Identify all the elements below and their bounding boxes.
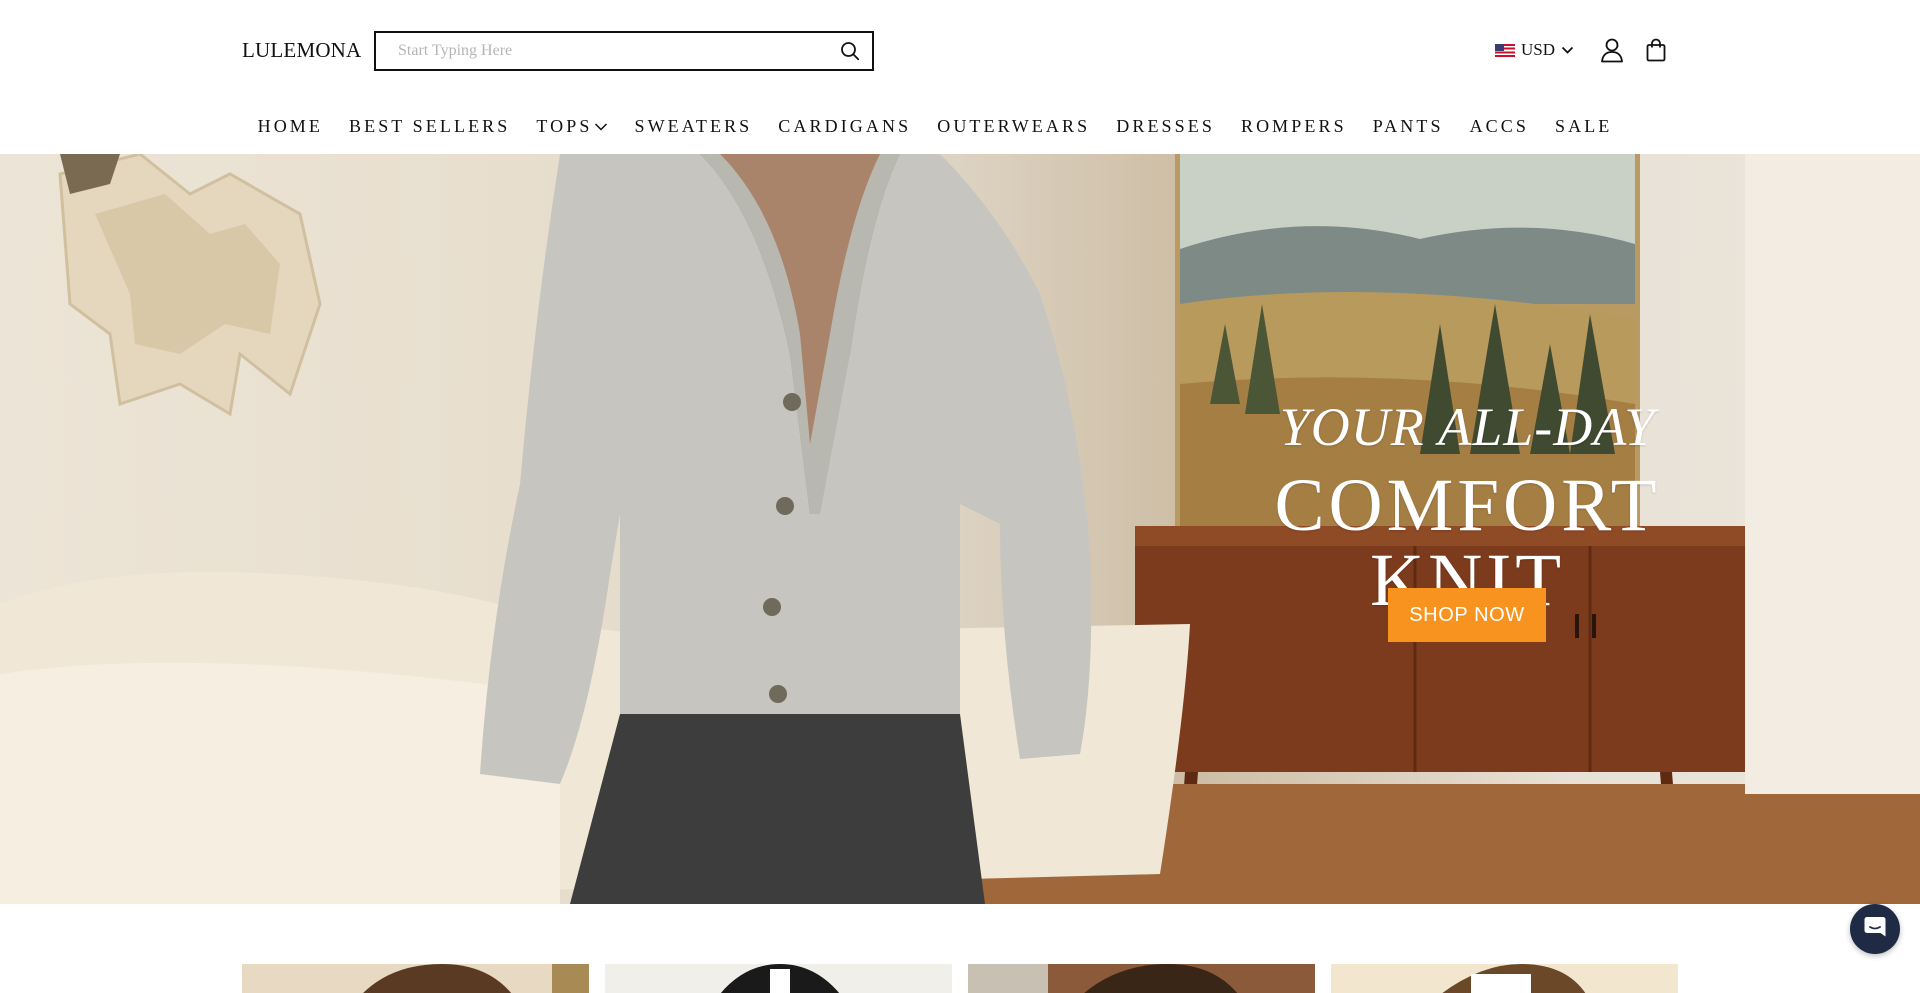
nav-label: DRESSES: [1116, 116, 1215, 136]
currency-selector[interactable]: USD: [1495, 40, 1574, 60]
site-header: LULEMONA USD HOME BEST SELLERS TOPS SWEA…: [0, 0, 1920, 154]
nav-label: BEST SELLERS: [349, 116, 511, 136]
product-image: [968, 964, 1315, 993]
product-image: [242, 964, 589, 993]
search-input[interactable]: [376, 33, 828, 69]
chevron-down-icon: [1561, 40, 1574, 60]
chat-button[interactable]: [1850, 904, 1900, 954]
nav-item-home[interactable]: HOME: [258, 116, 323, 137]
nav-item-best-sellers[interactable]: BEST SELLERS: [349, 116, 510, 137]
nav-label: ROMPERS: [1240, 116, 1347, 136]
hero-subtitle: YOUR ALL-DAY: [1279, 397, 1656, 457]
nav-item-tops[interactable]: TOPS: [536, 116, 608, 137]
brand-logo[interactable]: LULEMONA: [242, 38, 361, 63]
nav-item-pants[interactable]: PANTS: [1373, 116, 1444, 137]
nav-item-accs[interactable]: ACCS: [1470, 116, 1529, 137]
nav-label: SWEATERS: [634, 116, 753, 136]
nav-label: SALE: [1555, 116, 1613, 136]
product-card[interactable]: [1331, 964, 1678, 993]
product-image: [605, 964, 952, 993]
nav-label: ACCS: [1469, 116, 1529, 136]
product-image: [1331, 964, 1678, 993]
chevron-down-icon: [594, 116, 608, 137]
nav-item-sweaters[interactable]: SWEATERS: [634, 116, 752, 137]
chat-bubble-icon: [1862, 914, 1888, 945]
shopping-bag-icon[interactable]: [1643, 36, 1669, 64]
nav-item-cardigans[interactable]: CARDIGANS: [778, 116, 911, 137]
product-card[interactable]: [242, 964, 589, 993]
nav-item-outerwears[interactable]: OUTERWEARS: [937, 116, 1090, 137]
search-bar: [374, 31, 874, 71]
nav-item-dresses[interactable]: DRESSES: [1116, 116, 1215, 137]
shop-now-button[interactable]: SHOP NOW: [1388, 588, 1546, 642]
nav-label: OUTERWEARS: [937, 116, 1091, 136]
user-icon[interactable]: [1599, 36, 1625, 64]
hero-banner[interactable]: YOUR ALL-DAY COMFORT KNIT SHOP NOW: [0, 154, 1920, 904]
search-icon[interactable]: [828, 33, 872, 69]
nav-label: CARDIGANS: [778, 116, 912, 136]
nav-label: TOPS: [536, 116, 593, 136]
nav-label: PANTS: [1372, 116, 1444, 136]
main-nav: HOME BEST SELLERS TOPS SWEATERS CARDIGAN…: [0, 116, 1920, 137]
product-card[interactable]: [968, 964, 1315, 993]
nav-item-sale[interactable]: SALE: [1555, 116, 1612, 137]
hero-text: YOUR ALL-DAY COMFORT KNIT: [1170, 400, 1765, 618]
nav-item-rompers[interactable]: ROMPERS: [1241, 116, 1347, 137]
product-card[interactable]: [605, 964, 952, 993]
currency-code: USD: [1521, 40, 1556, 59]
us-flag-icon: [1495, 43, 1515, 57]
nav-label: HOME: [257, 116, 323, 136]
